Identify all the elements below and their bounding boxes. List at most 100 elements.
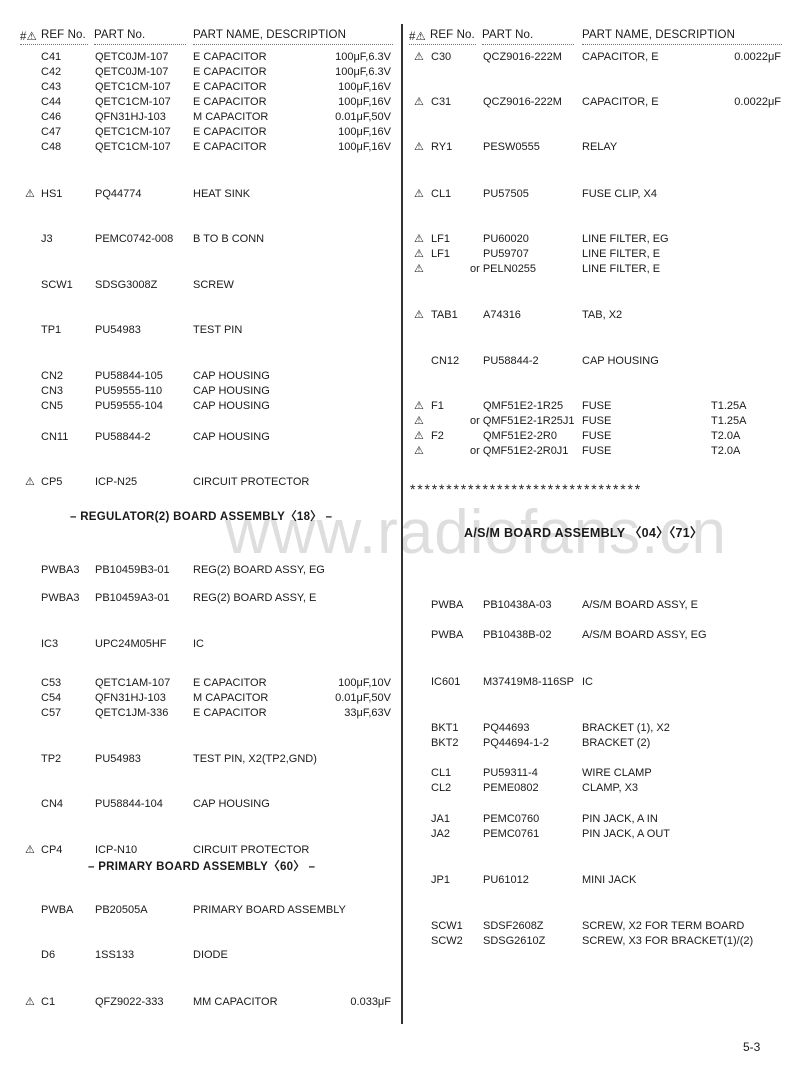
- part-description: LINE FILTER, EG: [582, 233, 669, 245]
- warning-icon: ⚠: [414, 96, 424, 108]
- part-number: PEME0802: [483, 782, 539, 794]
- part-row: C43 QETC1CM-107 E CAPACITOR 100μF,16V: [0, 80, 800, 94]
- header-ref: REF No.: [41, 29, 86, 41]
- ref-number: IC601: [431, 676, 461, 688]
- ref-number: SCW1: [431, 920, 463, 932]
- part-value: 100μF,6.3V: [335, 66, 391, 78]
- part-row: TP2 PU54983 TEST PIN, X2(TP2,GND): [0, 752, 800, 766]
- ref-number: CN2: [41, 370, 64, 382]
- part-number: PU58844-105: [95, 370, 163, 382]
- part-row: D6 1SS133 DIODE: [0, 948, 800, 962]
- left-header-rule: [94, 44, 186, 45]
- part-row: BKT1 PQ44693 BRACKET (1), X2: [0, 721, 800, 735]
- part-number: PEMC0760: [483, 813, 540, 825]
- header-desc: PART NAME, DESCRIPTION: [582, 29, 736, 41]
- part-description: WIRE CLAMP: [582, 767, 652, 779]
- part-number: ICP-N10: [95, 844, 138, 856]
- ref-number: C57: [41, 707, 62, 719]
- warning-icon: ⚠: [25, 996, 35, 1008]
- part-row: CL1 PU59311-4 WIRE CLAMP: [0, 766, 800, 780]
- part-number: PU60020: [483, 233, 529, 245]
- part-row: SCW1 SDSF2608Z SCREW, X2 FOR TERM BOARD: [0, 919, 800, 933]
- part-number: QETC0JM-107: [95, 66, 169, 78]
- part-row: ⚠ C30 QCZ9016-222M CAPACITOR, E 0.0022μF: [0, 50, 800, 64]
- part-number: QCZ9016-222M: [483, 51, 562, 63]
- part-number: or QMF51E2-2R0J1: [470, 445, 569, 457]
- section-title-regulator: – REGULATOR(2) BOARD ASSEMBLY〈18〉 –: [70, 511, 333, 523]
- part-description: CIRCUIT PROTECTOR: [193, 476, 310, 488]
- ref-number: SCW2: [431, 935, 463, 947]
- part-description: CAPACITOR, E: [582, 96, 659, 108]
- part-description: CAP HOUSING: [193, 798, 270, 810]
- part-description: CIRCUIT PROTECTOR: [193, 844, 310, 856]
- part-number: SDSG2610Z: [483, 935, 546, 947]
- part-row: SCW1 SDSG3008Z SCREW: [0, 278, 800, 292]
- part-description: SCREW, X3 FOR BRACKET(1)/(2): [582, 935, 754, 947]
- ref-number: LF1: [431, 233, 450, 245]
- part-number: ICP-N25: [95, 476, 138, 488]
- ref-number: PWBA: [41, 904, 74, 916]
- part-row: ⚠ or QMF51E2-1R25J1 FUSE T1.25A: [0, 414, 800, 428]
- part-description: FUSE: [582, 415, 612, 427]
- part-description: TEST PIN, X2(TP2,GND): [193, 753, 317, 765]
- part-number: QFN31HJ-103: [95, 692, 166, 704]
- warning-icon: ⚠: [25, 844, 35, 856]
- part-row: C54 QFN31HJ-103 M CAPACITOR 0.01μF,50V: [0, 691, 800, 705]
- ref-number: CN3: [41, 385, 64, 397]
- ref-number: JP1: [431, 874, 450, 886]
- warning-icon: ⚠: [414, 188, 424, 200]
- part-row: CN2 PU58844-105 CAP HOUSING: [0, 369, 800, 383]
- right-header-rule: [409, 44, 476, 45]
- part-value: 0.033μF: [350, 996, 391, 1008]
- header-desc: PART NAME, DESCRIPTION: [193, 29, 347, 41]
- part-description: E CAPACITOR: [193, 126, 267, 138]
- ref-number: C47: [41, 126, 62, 138]
- part-number: PB20505A: [95, 904, 148, 916]
- part-description: BRACKET (2): [582, 737, 651, 749]
- warning-icon: ⚠: [414, 430, 424, 442]
- part-number: QETC1JM-336: [95, 707, 169, 719]
- part-number: PU54983: [95, 324, 141, 336]
- part-row: ⚠ CP4 ICP-N10 CIRCUIT PROTECTOR: [0, 843, 800, 857]
- part-number: PB10459B3-01: [95, 564, 170, 576]
- part-number: QFZ9022-333: [95, 996, 164, 1008]
- part-description: M CAPACITOR: [193, 692, 269, 704]
- part-description: A/S/M BOARD ASSY, E: [582, 599, 698, 611]
- ref-number: C1: [41, 996, 56, 1008]
- ref-number: C42: [41, 66, 62, 78]
- part-row: ⚠ CP5 ICP-N25 CIRCUIT PROTECTOR: [0, 475, 800, 489]
- section-title-primary: – PRIMARY BOARD ASSEMBLY〈60〉 –: [88, 861, 316, 873]
- part-row: CN4 PU58844-104 CAP HOUSING: [0, 797, 800, 811]
- part-description: DIODE: [193, 949, 228, 961]
- part-row: CN3 PU59555-110 CAP HOUSING: [0, 384, 800, 398]
- part-number: or QMF51E2-1R25J1: [470, 415, 575, 427]
- ref-number: C30: [431, 51, 452, 63]
- ref-number: PWBA: [431, 599, 464, 611]
- part-row: C46 QFN31HJ-103 M CAPACITOR 0.01μF,50V: [0, 110, 800, 124]
- ref-number: CL2: [431, 782, 452, 794]
- ref-number: CN12: [431, 355, 460, 367]
- part-number: QMF51E2-1R25: [483, 400, 564, 412]
- left-header-rule: [20, 44, 88, 45]
- ref-number: CP4: [41, 844, 63, 856]
- warning-icon: ⚠: [414, 248, 424, 260]
- warning-icon: ⚠: [414, 233, 424, 245]
- part-value: 33μF,63V: [344, 707, 391, 719]
- part-description: IC: [582, 676, 593, 688]
- ref-number: TP1: [41, 324, 62, 336]
- part-description: TAB, X2: [582, 309, 623, 321]
- part-description: E CAPACITOR: [193, 707, 267, 719]
- ref-number: CP5: [41, 476, 63, 488]
- ref-number: SCW1: [41, 279, 73, 291]
- ref-number: LF1: [431, 248, 450, 260]
- part-row: JP1 PU61012 MINI JACK: [0, 873, 800, 887]
- part-number: M37419M8-116SP: [483, 676, 574, 688]
- part-description: SCREW: [193, 279, 234, 291]
- part-number: PB10438A-03: [483, 599, 552, 611]
- part-value: 0.0022μF: [734, 96, 781, 108]
- warning-icon: ⚠: [414, 445, 424, 457]
- ref-number: TP2: [41, 753, 62, 765]
- page-number: 5-3: [743, 1040, 761, 1054]
- part-number: PU59707: [483, 248, 529, 260]
- section-title-asm: A/S/M BOARD ASSEMBLY 〈04〉〈71〉: [464, 526, 703, 540]
